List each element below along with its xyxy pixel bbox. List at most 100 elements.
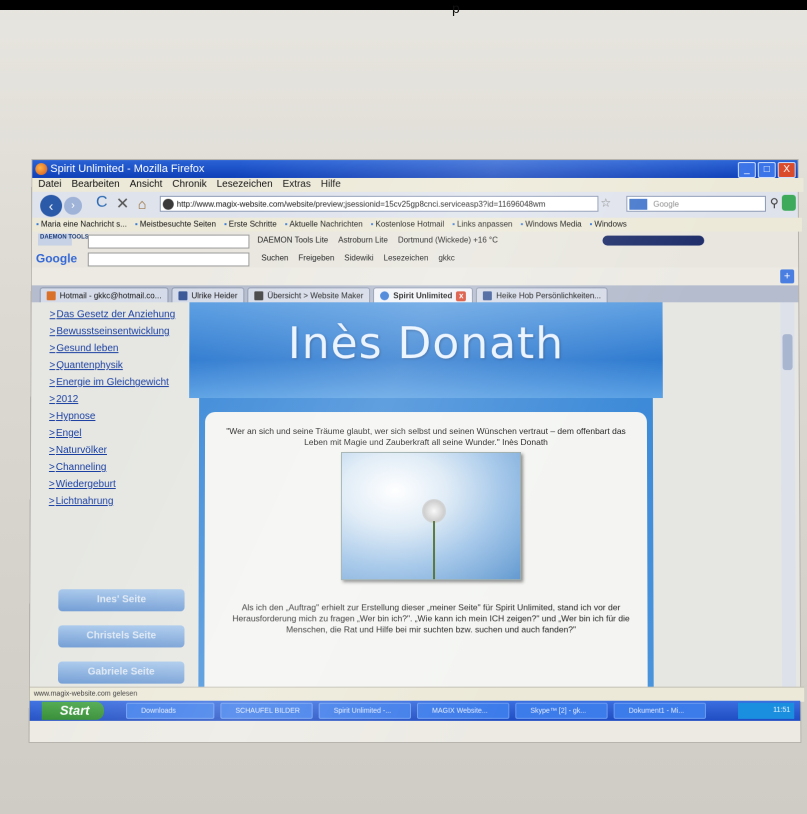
vertical-scrollbar[interactable] [780, 302, 796, 686]
firefox-icon [35, 163, 47, 175]
dandelion-icon [422, 499, 446, 523]
daemon-search-input[interactable] [88, 235, 250, 249]
tab-website-maker[interactable]: Übersicht > Website Maker [247, 287, 370, 303]
google-sidewiki-button[interactable]: Sidewiki [344, 250, 373, 268]
menu-lesezeichen[interactable]: Lesezeichen [217, 178, 273, 192]
gabriele-seite-button[interactable]: Gabriele Seite [58, 662, 184, 684]
bookmark-item[interactable]: Maria eine Nachricht s... [36, 218, 127, 232]
content-panel: "Wer an sich und seine Träume glaubt, we… [198, 398, 653, 687]
scrollbar-thumb[interactable] [782, 334, 792, 370]
nav-link-hypnose[interactable]: >Hypnose [49, 408, 189, 425]
nav-link-wiedergeburt[interactable]: >Wiedergeburt [49, 476, 189, 493]
ines-seite-button[interactable]: Ines' Seite [58, 589, 184, 611]
maximize-button[interactable]: □ [758, 162, 776, 178]
daemon-tools-item[interactable]: DAEMON Tools Lite [257, 232, 328, 250]
taskbar-item-spirit[interactable]: Spirit Unlimited -... [319, 703, 411, 719]
menu-chronik[interactable]: Chronik [172, 178, 206, 192]
tab-bar: Hotmail - gkkc@hotmail.co... Ulrike Heid… [32, 285, 799, 302]
nav-link-2012[interactable]: >2012 [49, 391, 189, 408]
globe-icon [380, 291, 389, 300]
nav-link-lichtnahrung[interactable]: >Lichtnahrung [49, 493, 189, 510]
url-bar[interactable]: http://www.magix-website.com/website/pre… [160, 196, 599, 212]
taskbar-item-downloads[interactable]: Downloads [126, 703, 214, 719]
google-toolbar: Google Suchen Freigeben Sidewiki Lesezei… [32, 250, 798, 268]
bookmark-item[interactable]: Meistbesuchte Seiten [135, 218, 216, 232]
bookmarks-toolbar: Maria eine Nachricht s... Meistbesuchte … [32, 218, 802, 232]
search-placeholder: Google [653, 200, 679, 209]
page-content: >Das Gesetz der Anziehung >Bewusstseinse… [30, 302, 800, 686]
daemon-toolbar: DAEMON TOOLS DAEMON Tools Lite Astroburn… [32, 232, 798, 250]
minimize-button[interactable]: _ [738, 162, 756, 178]
menu-extras[interactable]: Extras [283, 178, 311, 192]
status-bar: www.magix-website.com gelesen [30, 687, 804, 702]
menu-bar: Datei Bearbeiten Ansicht Chronik Lesezei… [32, 178, 804, 192]
search-icon[interactable]: ⚲ [770, 196, 779, 210]
window-title: Spirit Unlimited - Mozilla Firefox [50, 160, 204, 178]
tab-hotmail[interactable]: Hotmail - gkkc@hotmail.co... [40, 287, 169, 303]
bookmark-item[interactable]: Erste Schritte [224, 218, 277, 232]
intro-text: Als ich den „Auftrag" erhielt zur Erstel… [219, 602, 644, 635]
home-icon[interactable]: ⌂ [138, 196, 146, 212]
weather-item[interactable]: Dortmund (Wickede) +16 °C [398, 232, 498, 250]
side-buttons: Ines' Seite Christels Seite Gabriele Sei… [58, 589, 189, 686]
site-identity-icon[interactable] [163, 199, 174, 210]
new-tab-plus-icon[interactable]: + [780, 269, 794, 283]
bookmark-item[interactable]: Windows [590, 218, 627, 232]
website-maker-icon [254, 291, 263, 300]
top-cut-text: p [452, 0, 472, 16]
tab-spirit-unlimited[interactable]: Spirit Unlimited x [373, 287, 473, 303]
forward-button[interactable]: › [64, 197, 82, 215]
nav-link-channeling[interactable]: >Channeling [49, 459, 189, 476]
quote-text: "Wer an sich und seine Träume glaubt, we… [219, 426, 633, 448]
google-account-button[interactable]: gkkc [438, 250, 454, 268]
menu-bearbeiten[interactable]: Bearbeiten [71, 178, 119, 192]
window-titlebar: Spirit Unlimited - Mozilla Firefox _ □ X [32, 160, 797, 178]
nav-link-gesund-leben[interactable]: >Gesund leben [49, 340, 189, 357]
menu-datei[interactable]: Datei [38, 178, 61, 192]
start-button[interactable]: Start [42, 702, 104, 720]
close-button[interactable]: X [778, 162, 796, 178]
menu-hilfe[interactable]: Hilfe [321, 178, 341, 192]
taskbar-item-dokument[interactable]: Dokument1 - Mi... [614, 703, 706, 719]
bookmark-item[interactable]: Aktuelle Nachrichten [285, 218, 363, 232]
nav-link-energie[interactable]: >Energie im Gleichgewicht [49, 374, 189, 391]
reload-icon[interactable]: C [96, 194, 108, 212]
facebook-icon [178, 291, 187, 300]
taskbar-item-skype[interactable]: Skype™ [2] - gk... [515, 703, 607, 719]
google-bookmarks-button[interactable]: Lesezeichen [384, 250, 429, 268]
nav-link-quantenphysik[interactable]: >Quantenphysik [49, 357, 189, 374]
bookmark-star-icon[interactable]: ☆ [600, 196, 611, 210]
tab-heike-hob[interactable]: Heike Hob Persönlichkeiten... [476, 287, 608, 303]
taskbar-item-magix[interactable]: MAGIX Website... [417, 703, 509, 719]
search-input[interactable]: Google [626, 196, 766, 212]
page-title: Inès Donath [189, 318, 663, 369]
bookmark-item[interactable]: Links anpassen [452, 218, 512, 232]
dandelion-stem [433, 521, 435, 579]
hero-banner: Inès Donath [189, 302, 663, 398]
stop-icon[interactable]: ✕ [116, 194, 129, 214]
content-card: "Wer an sich und seine Träume glaubt, we… [204, 412, 647, 687]
nav-link-engel[interactable]: >Engel [49, 425, 189, 442]
google-search-button[interactable]: Suchen [261, 250, 288, 268]
bookmark-item[interactable]: Kostenlose Hotmail [371, 218, 445, 232]
hotmail-icon [47, 291, 56, 300]
nav-link-gesetz-der-anziehung[interactable]: >Das Gesetz der Anziehung [50, 306, 190, 323]
google-search-input[interactable] [88, 253, 250, 267]
menu-ansicht[interactable]: Ansicht [130, 178, 163, 192]
tab-ulrike-heider[interactable]: Ulrike Heider [171, 287, 244, 303]
dandelion-image [341, 452, 521, 580]
nav-link-bewusstseinsentwicklung[interactable]: >Bewusstseinsentwicklung [50, 323, 190, 340]
google-share-button[interactable]: Freigeben [298, 250, 334, 268]
redacted-field [602, 236, 704, 246]
bookmark-item[interactable]: Windows Media [520, 218, 581, 232]
extension-icon[interactable] [782, 195, 796, 211]
windows-taskbar: Start Downloads SCHAUFEL BILDER Spirit U… [30, 701, 801, 721]
christels-seite-button[interactable]: Christels Seite [58, 625, 184, 647]
navigation-bar: ‹ › C ✕ ⌂ http://www.magix-website.com/w… [32, 192, 798, 219]
astroburn-item[interactable]: Astroburn Lite [338, 232, 388, 250]
close-tab-icon[interactable]: x [456, 291, 466, 301]
nav-link-naturvoelker[interactable]: >Naturvölker [49, 442, 189, 459]
taskbar-item-bilder[interactable]: SCHAUFEL BILDER [220, 703, 312, 719]
back-button[interactable]: ‹ [40, 195, 62, 217]
search-engine-icon[interactable] [629, 199, 647, 210]
